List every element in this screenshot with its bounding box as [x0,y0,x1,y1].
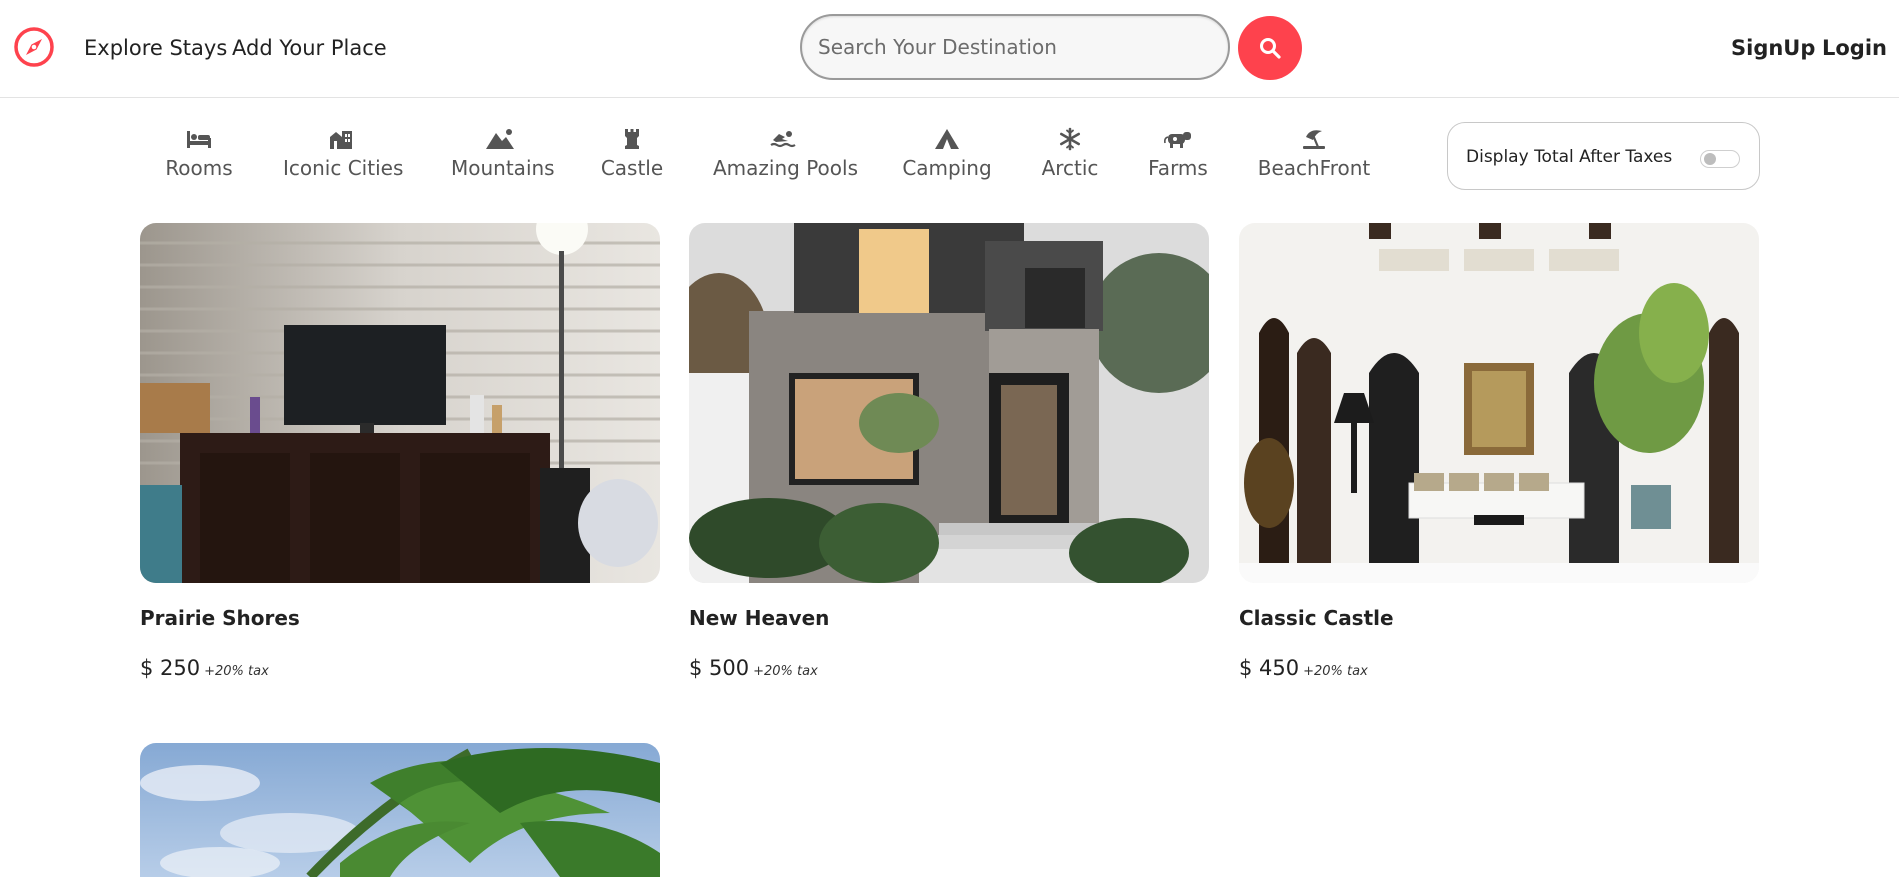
switch-knob [1704,153,1716,165]
cow-icon [1164,132,1191,148]
listing-title[interactable]: Prairie Shores [140,606,300,630]
filter-iconic-cities[interactable]: Iconic Cities [283,126,404,180]
filter-label: Iconic Cities [283,156,404,180]
filter-label: Mountains [451,156,555,180]
snowflake-icon [1059,127,1081,151]
tent-icon [935,129,959,149]
price-tax-note: +20% tax [204,664,269,679]
search-button[interactable] [1238,16,1302,80]
listing-title[interactable]: Classic Castle [1239,606,1394,630]
filter-amazing-pools[interactable]: Amazing Pools [713,126,858,180]
swimmer-icon [770,131,796,148]
navbar: Explore Stays Add Your Place SignUp Logi… [0,0,1899,98]
filter-label: Farms [1148,156,1208,180]
signup-link[interactable]: SignUp [1731,36,1815,60]
login-link[interactable]: Login [1822,36,1887,60]
listing-price: $ 250 +20% tax [140,656,269,680]
filter-farms[interactable]: Farms [1148,126,1208,180]
mountain-icon [486,129,514,149]
price-value: $ 500 [689,656,750,680]
listing-image[interactable] [689,223,1209,583]
filter-label: Camping [902,156,992,180]
castle-icon [625,129,639,149]
filter-rooms[interactable]: Rooms [165,126,233,180]
bed-icon [187,131,211,148]
tax-toggle-label: Display Total After Taxes [1466,147,1673,167]
filter-camping[interactable]: Camping [902,126,992,180]
filter-mountains[interactable]: Mountains [451,126,555,180]
listing-price: $ 500 +20% tax [689,656,818,680]
filter-label: Amazing Pools [713,156,858,180]
listing-title[interactable]: New Heaven [689,606,829,630]
tax-toggle-panel: Display Total After Taxes [1447,122,1760,190]
listing-price: $ 450 +20% tax [1239,656,1368,680]
listing-image[interactable] [1239,223,1759,583]
city-icon [330,131,352,149]
filter-castle[interactable]: Castle [600,126,664,180]
listing-image[interactable] [140,743,660,877]
price-tax-note: +20% tax [1303,664,1368,679]
nav-explore-stays[interactable]: Explore Stays [84,36,227,60]
filter-label: BeachFront [1257,156,1371,180]
price-value: $ 450 [1239,656,1300,680]
search-icon [1260,38,1281,59]
listing-image[interactable] [140,223,660,583]
filter-beachfront[interactable]: BeachFront [1257,126,1371,180]
filter-label: Castle [600,156,664,180]
filter-arctic[interactable]: Arctic [1041,126,1099,180]
tax-toggle-switch[interactable] [1700,150,1740,168]
search-bar [800,14,1230,80]
price-tax-note: +20% tax [753,664,818,679]
umbrella-beach-icon [1303,130,1325,149]
price-value: $ 250 [140,656,201,680]
filter-label: Arctic [1041,156,1099,180]
compass-icon[interactable] [13,26,55,68]
search-input[interactable] [818,16,1210,78]
filter-label: Rooms [165,156,233,180]
nav-add-your-place[interactable]: Add Your Place [232,36,387,60]
